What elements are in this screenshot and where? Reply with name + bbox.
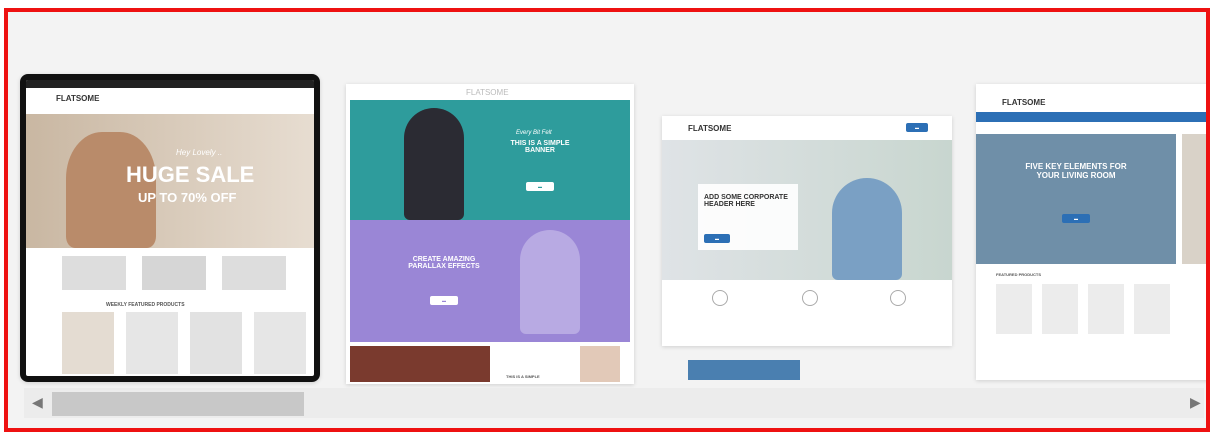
portrait-image [580, 346, 620, 382]
model-figure [520, 230, 580, 334]
feature-icon [712, 290, 728, 306]
hero-title: FIVE KEY ELEMENTS FOR YOUR LIVING ROOM [1025, 162, 1127, 180]
hero-image: Hey Lovely .. HUGE SALE UP TO 70% OFF [26, 114, 314, 248]
section-title: FEATURED PRODUCTS [996, 272, 1042, 277]
scrollbar-thumb[interactable] [52, 392, 304, 416]
product-thumb [996, 284, 1032, 334]
site-logo: FLATSOME [56, 94, 100, 103]
hero-kicker: Hey Lovely .. [176, 148, 223, 157]
header-box: ADD SOME CORPORATE HEADER HERE ▬ [698, 184, 798, 250]
parallax-title: CREATE AMAZING PARALLAX EFFECTS [408, 256, 480, 270]
site-logo: FLATSOME [688, 124, 732, 133]
model-figure [404, 108, 464, 220]
partial-image [688, 360, 800, 380]
banner-section: Every Bit Felt THIS IS A SIMPLE BANNER ▬ [350, 100, 630, 220]
product-thumb [190, 312, 242, 374]
banner-kicker: Every Bit Felt [516, 130, 552, 136]
nav-bar [976, 112, 1206, 122]
product-thumb [126, 312, 178, 374]
category-tile [62, 256, 126, 290]
demo-slide-furniture[interactable]: FLATSOME FIVE KEY ELEMENTS FOR YOUR LIVI… [976, 84, 1206, 380]
demo-slide-shop[interactable]: FLATSOME Hey Lovely .. HUGE SALE UP TO 7… [20, 74, 320, 382]
gallery-image [350, 346, 490, 382]
hero-image: FIVE KEY ELEMENTS FOR YOUR LIVING ROOM ▬ [976, 134, 1176, 264]
top-bar [26, 80, 314, 88]
demo-slide-parallax[interactable]: FLATSOME Every Bit Felt THIS IS A SIMPLE… [346, 84, 634, 384]
banner-title: THIS IS A SIMPLE BANNER [510, 140, 570, 154]
site-logo: FLATSOME [466, 88, 509, 97]
site-logo: FLATSOME [1002, 98, 1046, 107]
feature-icon [802, 290, 818, 306]
scroll-left-arrow-icon[interactable]: ◀ [32, 394, 43, 411]
feature-icon [890, 290, 906, 306]
demo-carousel-frame: FLATSOME Hey Lovely .. HUGE SALE UP TO 7… [4, 8, 1210, 432]
category-tile [142, 256, 206, 290]
product-thumb [1088, 284, 1124, 334]
person-figure [832, 178, 902, 280]
section-title: WEEKLY FEATURED PRODUCTS [106, 302, 185, 308]
hero-image: ADD SOME CORPORATE HEADER HERE ▬ [662, 140, 952, 280]
banner-button[interactable]: ▬ [526, 182, 554, 191]
side-image [1182, 134, 1206, 264]
product-thumb [1134, 284, 1170, 334]
product-thumb [62, 312, 114, 374]
nav-button[interactable]: ▬ [906, 123, 928, 132]
hero-subline: UP TO 70% OFF [138, 190, 237, 205]
product-thumb [254, 312, 306, 374]
header-button[interactable]: ▬ [704, 234, 730, 243]
product-thumb [1042, 284, 1078, 334]
header-title: ADD SOME CORPORATE HEADER HERE [704, 194, 788, 208]
category-tile [222, 256, 286, 290]
bottom-text: THIS IS A SIMPLE [506, 374, 540, 379]
hero-headline: HUGE SALE [126, 162, 255, 187]
hero-button[interactable]: ▬ [1062, 214, 1090, 223]
horizontal-scrollbar[interactable]: ◀ ▶ [24, 388, 1204, 418]
demo-slide-corporate[interactable]: FLATSOME ▬ ADD SOME CORPORATE HEADER HER… [662, 116, 952, 346]
parallax-section: CREATE AMAZING PARALLAX EFFECTS ▬ [350, 220, 630, 342]
scroll-right-arrow-icon[interactable]: ▶ [1190, 394, 1201, 411]
parallax-button[interactable]: ▬ [430, 296, 458, 305]
